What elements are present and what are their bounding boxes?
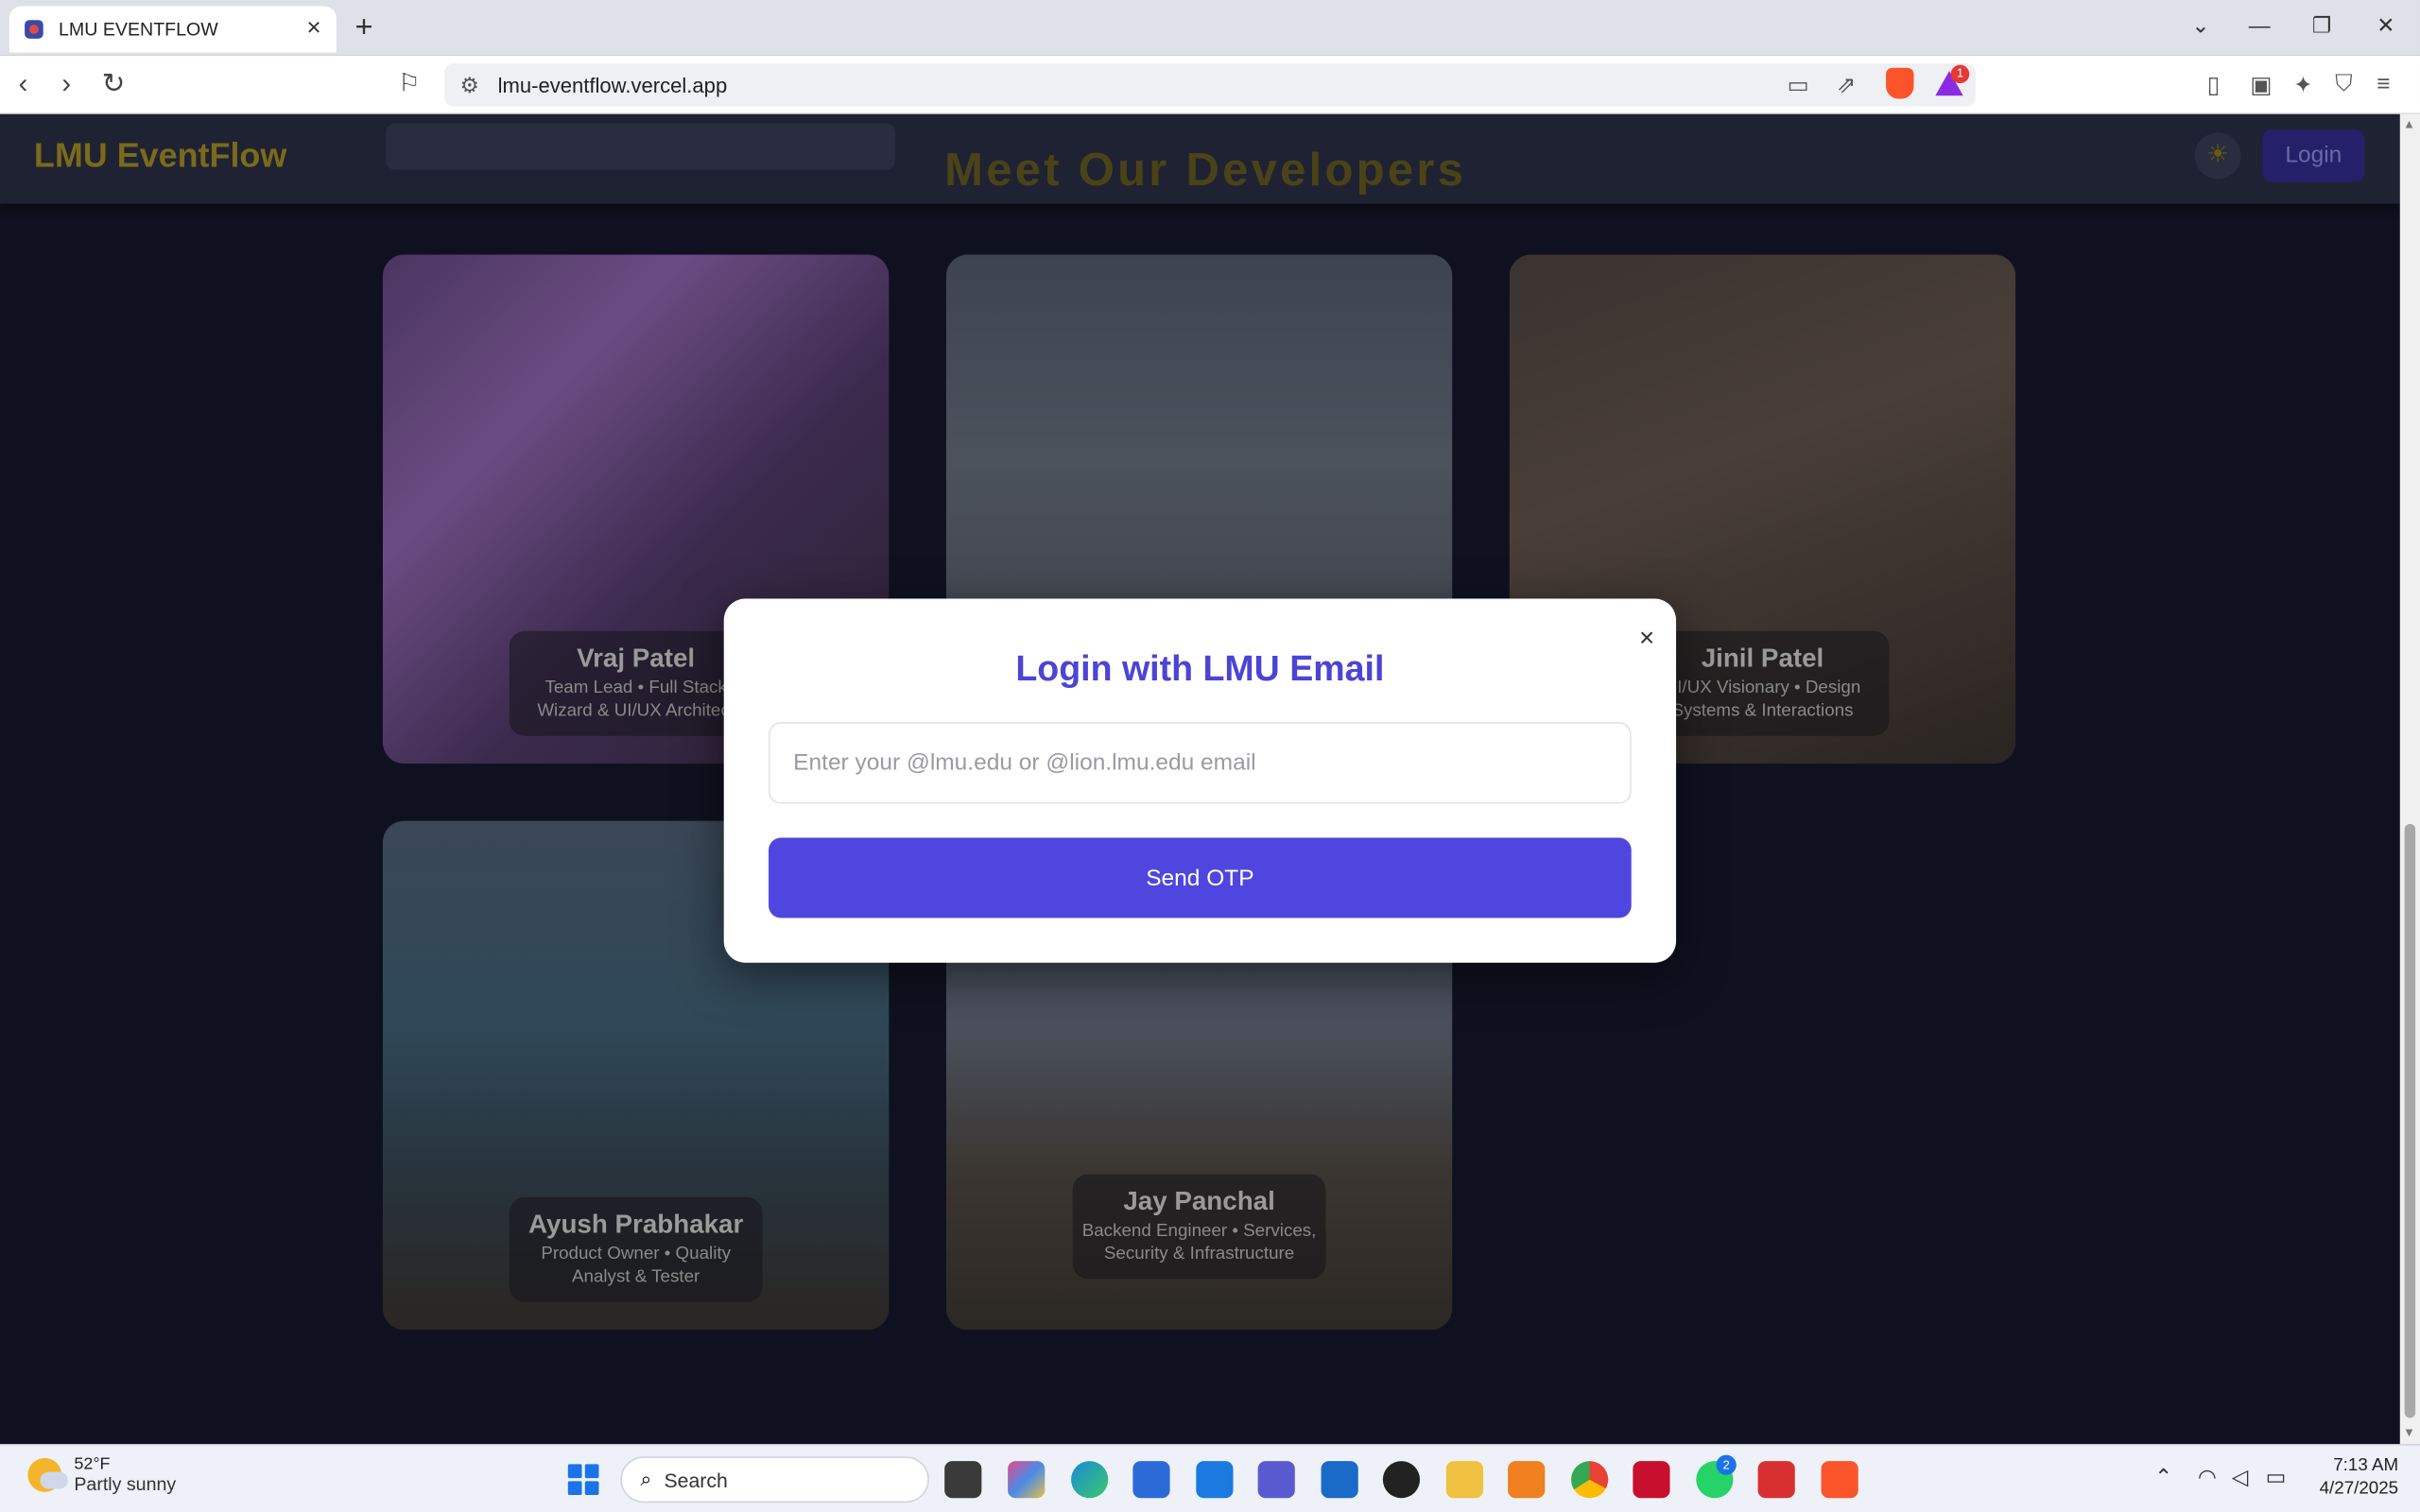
windows-start-icon[interactable] <box>567 1464 599 1496</box>
site-favicon-icon <box>25 20 43 39</box>
vlc-icon[interactable] <box>1508 1461 1546 1499</box>
sidebar-icon[interactable]: ▯ <box>2207 71 2220 99</box>
back-icon[interactable]: ‹ <box>19 68 28 100</box>
volume-icon[interactable]: ◁ <box>2232 1464 2249 1490</box>
modal-title: Login with LMU Email <box>1015 647 1385 689</box>
site-info-icon[interactable]: ⚙ <box>460 72 480 98</box>
battery-icon[interactable]: ▭ <box>2266 1464 2287 1490</box>
task-view-icon[interactable] <box>944 1461 982 1499</box>
login-modal: Login with LMU Email × Send OTP <box>723 598 1677 963</box>
weather-widget[interactable]: 52°F Partly sunny <box>27 1455 176 1495</box>
os-taskbar: 52°F Partly sunny ⌕ Search 2 ⌃ ◠ ◁ ▭ 7:1… <box>0 1444 2420 1512</box>
partly-sunny-icon <box>27 1457 68 1492</box>
app-icon[interactable] <box>1196 1461 1234 1499</box>
tray-chevron-icon[interactable]: ⌃ <box>2154 1464 2172 1490</box>
vpn-icon[interactable]: ⛉ <box>2335 71 2352 97</box>
new-tab-button[interactable]: + <box>355 10 373 46</box>
site-header: LMU EventFlow Meet Our Developers ☀ Logi… <box>0 113 2400 204</box>
brave-taskbar-icon[interactable] <box>1821 1461 1858 1499</box>
system-clock[interactable]: 7:13 AM 4/27/2025 <box>2306 1455 2399 1502</box>
search-icon: ⌕ <box>640 1467 652 1491</box>
taskbar-search-label: Search <box>664 1468 728 1491</box>
brand-logo[interactable]: LMU EventFlow <box>34 136 286 176</box>
team-caption: Ayush Prabhakar Product Owner • Quality … <box>509 1196 763 1302</box>
cast-icon[interactable]: ▭ <box>1788 71 1809 99</box>
page-heading: Meet Our Developers <box>944 145 1467 197</box>
leo-ai-icon[interactable]: ✦ <box>2293 71 2313 99</box>
close-window-button[interactable]: ✕ <box>2377 12 2394 39</box>
modal-close-icon[interactable]: × <box>1639 624 1654 655</box>
teams-icon[interactable] <box>1257 1461 1295 1499</box>
clock-date: 4/27/2025 <box>2319 1479 2399 1499</box>
weather-condition: Partly sunny <box>74 1473 177 1496</box>
tab-close-icon[interactable]: × <box>306 16 320 42</box>
scroll-down-icon[interactable]: ▼ <box>2403 1426 2415 1440</box>
address-bar[interactable]: ⚙ lmu-eventflow.vercel.app <box>444 62 1976 107</box>
clock-time: 7:13 AM <box>2333 1456 2399 1475</box>
forward-icon[interactable]: › <box>61 68 71 100</box>
outlook-icon[interactable] <box>1321 1461 1358 1499</box>
page-scrollbar[interactable]: ▲ ▼ <box>2399 113 2420 1445</box>
team-role: UI/UX Visionary • Design Systems & Inter… <box>1664 679 1861 721</box>
scroll-thumb[interactable] <box>2404 823 2416 1418</box>
restore-button[interactable]: ❐ <box>2312 12 2332 39</box>
file-explorer-icon[interactable] <box>1445 1461 1483 1499</box>
team-role: Team Lead • Full Stack Wizard & UI/UX Ar… <box>537 679 735 721</box>
team-name: Vraj Patel <box>577 643 696 673</box>
send-otp-button[interactable]: Send OTP <box>769 837 1632 919</box>
rewards-badge: 1 <box>1950 64 1970 84</box>
tab-title: LMU EVENTFLOW <box>59 18 218 41</box>
chrome-icon[interactable] <box>1571 1461 1609 1499</box>
whatsapp-badge: 2 <box>1716 1454 1737 1475</box>
team-name: Ayush Prabhakar <box>528 1209 744 1240</box>
bookmark-icon[interactable]: ⚐ <box>398 68 420 99</box>
team-role: Product Owner • Quality Analyst & Tester <box>541 1245 731 1287</box>
team-role: Backend Engineer • Services, Security & … <box>1081 1222 1317 1264</box>
team-name: Jinil Patel <box>1701 643 1824 673</box>
wifi-icon[interactable]: ◠ <box>2198 1464 2217 1490</box>
browser-tab[interactable]: LMU EVENTFLOW × <box>9 6 337 53</box>
team-caption: Jay Panchal Backend Engineer • Services,… <box>1072 1174 1326 1280</box>
scroll-up-icon[interactable]: ▲ <box>2403 117 2415 131</box>
theme-toggle-icon[interactable]: ☀ <box>2194 132 2241 180</box>
menu-icon[interactable]: ≡ <box>2377 71 2390 97</box>
team-name: Jay Panchal <box>1123 1186 1275 1216</box>
edge-icon[interactable] <box>1071 1461 1109 1499</box>
reload-icon[interactable]: ↻ <box>102 68 126 100</box>
email-field[interactable] <box>769 722 1632 804</box>
weather-temp: 52°F <box>74 1454 111 1474</box>
browser-tab-bar: LMU EVENTFLOW × + ⌄ — ❐ ✕ <box>0 0 2420 56</box>
store-icon[interactable] <box>1132 1461 1170 1499</box>
chatgpt-icon[interactable] <box>1382 1461 1421 1499</box>
copilot-icon[interactable] <box>1008 1461 1046 1499</box>
minimize-button[interactable]: — <box>2249 12 2271 37</box>
url-text: lmu-eventflow.vercel.app <box>497 73 728 97</box>
brave-shields-icon[interactable] <box>1886 67 1914 99</box>
taskbar-search[interactable]: ⌕ Search <box>620 1456 929 1503</box>
header-search[interactable] <box>386 123 895 170</box>
wallet-icon[interactable]: ▣ <box>2250 71 2272 99</box>
tab-list-chevron-icon[interactable]: ⌄ <box>2191 12 2209 39</box>
browser-toolbar: ‹ › ↻ ⚐ ⚙ lmu-eventflow.vercel.app ▭ ⇗ 1… <box>0 55 2420 114</box>
mcafee-icon[interactable] <box>1633 1461 1670 1499</box>
header-login-button[interactable]: Login <box>2262 129 2365 182</box>
remote-app-icon[interactable] <box>1757 1461 1795 1499</box>
share-icon[interactable]: ⇗ <box>1837 71 1857 99</box>
